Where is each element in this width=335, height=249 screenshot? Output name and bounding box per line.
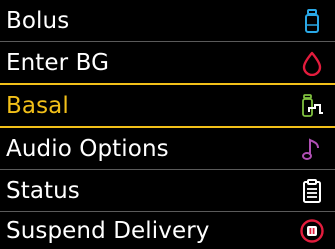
- menu-item-basal[interactable]: Basal: [0, 85, 335, 126]
- menu-item-enter-bg[interactable]: Enter BG: [0, 42, 335, 83]
- menu-item-label: Basal: [6, 92, 69, 119]
- menu-item-bolus[interactable]: Bolus: [0, 0, 335, 41]
- menu-item-suspend-delivery[interactable]: Suspend Delivery: [0, 212, 335, 249]
- menu-item-label: Audio Options: [6, 135, 169, 162]
- menu-item-label: Bolus: [6, 7, 70, 34]
- main-menu: Bolus Enter BG Basal Audio Options Statu…: [0, 0, 335, 249]
- vial-icon: [305, 8, 319, 33]
- menu-item-label: Suspend Delivery: [6, 217, 210, 244]
- menu-item-status[interactable]: Status: [0, 170, 335, 211]
- music-note-icon: [302, 137, 319, 160]
- blood-drop-icon: [302, 51, 322, 76]
- pause-stop-icon: [300, 218, 324, 243]
- clipboard-icon: [303, 178, 321, 203]
- menu-item-label: Enter BG: [6, 49, 110, 76]
- menu-item-audio-options[interactable]: Audio Options: [0, 128, 335, 169]
- basal-program-icon: [302, 93, 323, 117]
- menu-item-label: Status: [6, 177, 80, 204]
